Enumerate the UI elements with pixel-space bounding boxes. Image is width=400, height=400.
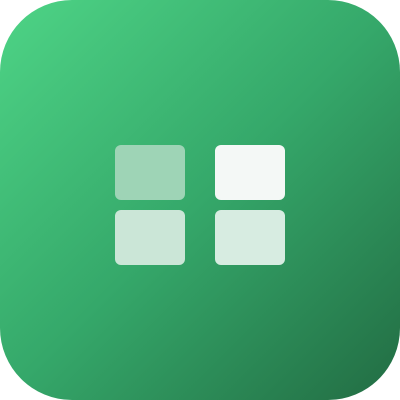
grid-cell-bottom-left <box>115 210 185 265</box>
grid-cell-bottom-right <box>215 210 285 265</box>
grid-cell-top-left <box>115 145 185 200</box>
app-icon-tile[interactable] <box>0 0 400 400</box>
grid-cell-top-right <box>215 145 285 200</box>
grid-icon <box>115 145 285 265</box>
app-icon-canvas <box>0 0 400 400</box>
